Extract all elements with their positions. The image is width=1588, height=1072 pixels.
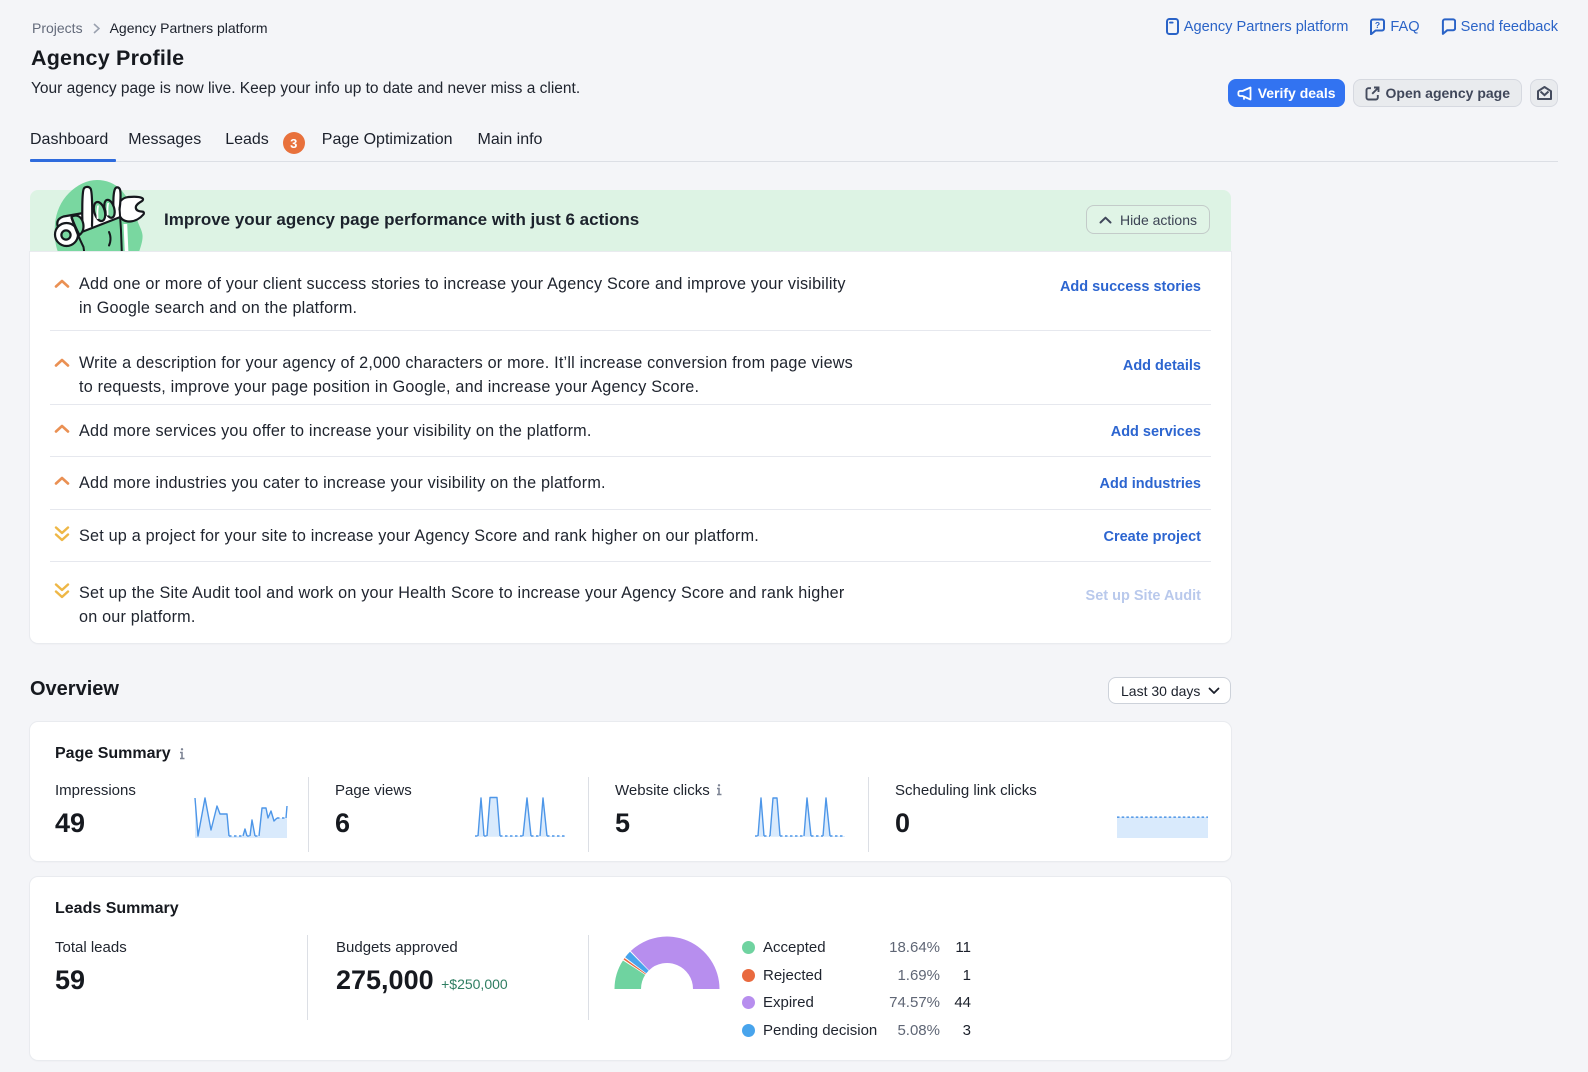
svg-text:?: ? [1375, 20, 1380, 30]
